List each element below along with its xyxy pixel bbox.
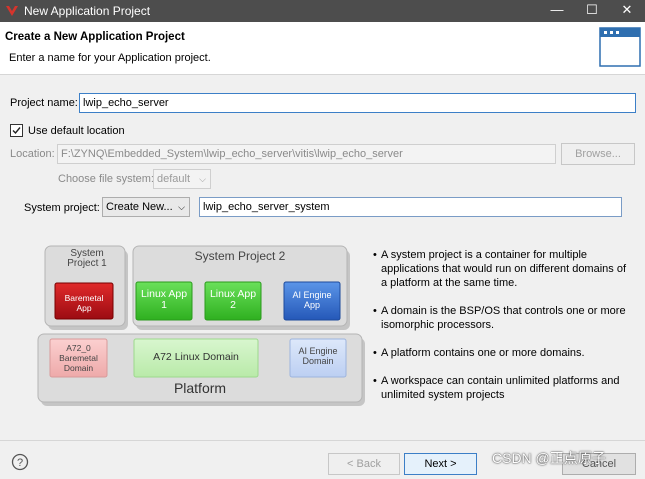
note-item: • A system project is a container for mul… xyxy=(373,249,627,289)
platform-label: Platform xyxy=(173,380,227,396)
baremetal-app-box: Baremetal App xyxy=(64,293,104,313)
browse-button: Browse... xyxy=(561,143,635,165)
ai-engine-domain-box: AI Engine Domain xyxy=(298,346,338,366)
system-project-select[interactable]: Create New... ⌵ xyxy=(102,197,190,217)
maximize-button[interactable]: ☐ xyxy=(575,0,609,22)
linux-app-1-box: Linux App 1 xyxy=(140,288,188,311)
minimize-button[interactable]: — xyxy=(540,0,574,22)
close-button[interactable]: ✕ xyxy=(610,0,644,22)
linux-app-2-box: Linux App 2 xyxy=(209,288,257,311)
note-item: • A domain is the BSP/OS that controls on… xyxy=(373,305,626,331)
note-item: • A workspace can contain unlimited platf… xyxy=(373,375,620,401)
next-button[interactable]: Next > xyxy=(404,453,477,475)
system-project-2-label: System Project 2 xyxy=(194,249,286,263)
vitis-logo-icon xyxy=(6,5,18,17)
svg-text:?: ? xyxy=(17,457,23,469)
file-system-value: default xyxy=(157,173,191,185)
location-input: F:\ZYNQ\Embedded_System\lwip_echo_server… xyxy=(57,144,556,164)
system-project-value: Create New... xyxy=(106,201,173,213)
system-project-name-input[interactable]: lwip_echo_server_system xyxy=(199,197,622,217)
page-title: Create a New Application Project xyxy=(5,31,185,43)
system-project-label: System project: xyxy=(24,202,100,214)
file-system-select: default ⌵ xyxy=(153,169,211,189)
use-default-location-checkbox[interactable] xyxy=(10,124,23,137)
project-name-label: Project name: xyxy=(10,97,78,109)
notes-panel: • A system project is a container for mul… xyxy=(373,248,633,416)
help-icon[interactable]: ? xyxy=(11,453,29,471)
note-item: • A platform contains one or more domains… xyxy=(373,347,585,359)
chevron-down-icon: ⌵ xyxy=(178,202,185,212)
system-project-diagram: System Project 1 System Project 2 Bareme… xyxy=(8,239,366,409)
project-name-input[interactable]: lwip_echo_server xyxy=(79,93,636,113)
a72-linux-domain-box: A72 Linux Domain xyxy=(153,351,239,363)
back-button[interactable]: < Back xyxy=(328,453,400,475)
wizard-window-icon xyxy=(599,27,641,67)
wizard-header: Create a New Application Project Enter a… xyxy=(0,22,645,75)
page-description: Enter a name for your Application projec… xyxy=(9,52,211,64)
file-system-label: Choose file system: xyxy=(58,173,154,185)
window-title: New Application Project xyxy=(24,4,151,18)
chevron-down-icon: ⌵ xyxy=(199,174,206,184)
title-bar: New Application Project — ☐ ✕ xyxy=(0,0,645,22)
location-label: Location: xyxy=(10,148,55,160)
ai-engine-app-box: AI Engine App xyxy=(292,290,332,310)
watermark: CSDN @正点原子 xyxy=(492,450,606,466)
system-project-1-label: System Project 1 xyxy=(67,248,107,269)
use-default-location-label: Use default location xyxy=(28,125,125,137)
a72-baremetal-domain-box: A72_0 Baremetal Domain xyxy=(59,343,98,373)
